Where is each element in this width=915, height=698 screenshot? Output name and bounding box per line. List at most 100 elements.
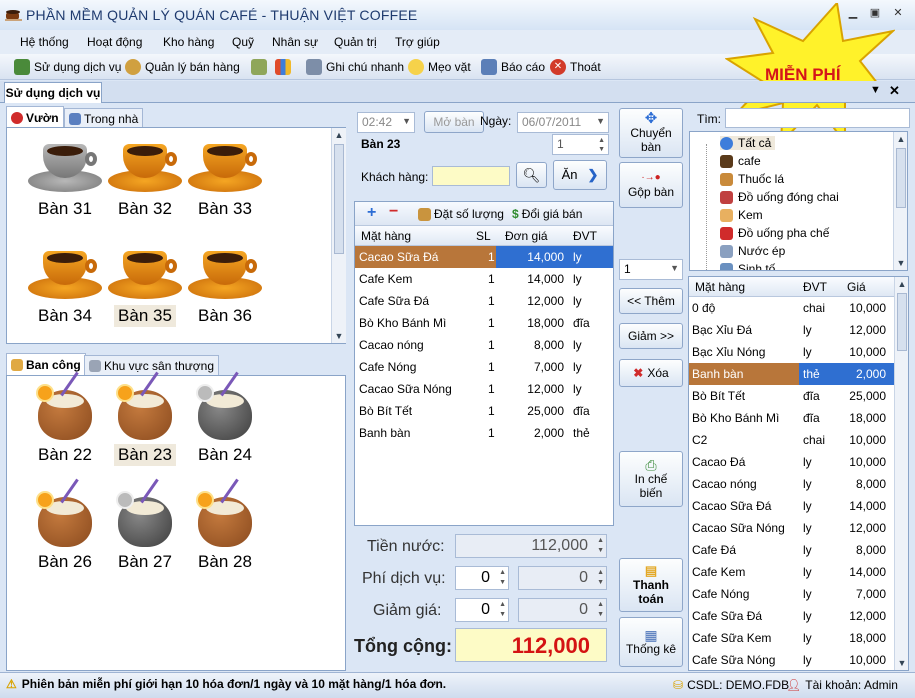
category-item[interactable]: cafe [720, 154, 761, 168]
top-panel-scrollbar[interactable]: ▲ ▼ [331, 128, 346, 343]
eat-button[interactable]: Ăn ❯ [553, 160, 607, 190]
customer-input[interactable] [432, 166, 510, 186]
menu-he-thong[interactable]: Hệ thống [20, 35, 69, 49]
chevron-right-icon: ❯ [587, 167, 599, 182]
scroll-up-icon[interactable]: ▲ [332, 128, 346, 142]
move-table-button[interactable]: ✥ Chuyển bàn [619, 108, 683, 158]
menu-row[interactable]: Cafe Sữa Kem ly 18,000 [689, 627, 894, 649]
scroll-up-icon[interactable]: ▲ [894, 132, 907, 146]
coffee-cup-icon [175, 239, 275, 301]
menu-grid-scrollbar[interactable]: ▲ ▼ [894, 277, 908, 670]
scroll-down-icon[interactable]: ▼ [332, 329, 346, 343]
menu-quan-tri[interactable]: Quản trị [334, 35, 377, 49]
discount-pct-field[interactable]: 0 [455, 598, 509, 622]
category-item[interactable]: Tất cả [720, 136, 776, 150]
pay-button[interactable]: ▤ Thanh toán [619, 558, 683, 612]
scroll-up-icon[interactable]: ▲ [895, 277, 908, 291]
calculator-button[interactable] [251, 58, 267, 76]
order-row[interactable]: Cacao Sữa Đá 1 14,000 ly [355, 246, 613, 268]
menu-row[interactable]: Cacao Sữa Nóng ly 12,000 [689, 517, 894, 539]
scroll-down-icon[interactable]: ▼ [894, 256, 907, 270]
change-price-button[interactable]: $ Đổi giá bán [512, 207, 582, 221]
order-row[interactable]: Bò Kho Bánh Mì 1 18,000 đĩa [355, 312, 613, 334]
menu-row[interactable]: Cacao nóng ly 8,000 [689, 473, 894, 495]
category-item[interactable]: Đồ uống đóng chai [720, 190, 839, 204]
guest-count-field[interactable]: 1 ▲ ▼ [552, 134, 609, 155]
exit-button[interactable]: ✕ Thoát [550, 58, 601, 76]
order-row[interactable]: Cacao nóng 1 8,000 ly [355, 334, 613, 356]
order-row[interactable]: Cafe Kem 1 14,000 ly [355, 268, 613, 290]
menu-row[interactable]: Bò Kho Bánh Mì đĩa 18,000 [689, 407, 894, 429]
add-row-icon[interactable]: + [367, 204, 376, 222]
menu-kho-hang[interactable]: Kho hàng [163, 35, 214, 49]
print-kitchen-button[interactable]: ⎙ In chế biến [619, 451, 683, 507]
category-item[interactable]: Sinh tố [720, 262, 775, 270]
add-quantity-field[interactable]: 1 ▼ [619, 259, 683, 280]
tab-use-service[interactable]: Sử dụng dịch vụ [4, 82, 102, 103]
menu-nhan-su[interactable]: Nhân sự [272, 35, 318, 49]
category-item[interactable]: Kem [720, 208, 763, 222]
table-label: Bàn 32 [118, 199, 172, 218]
menu-tro-giup[interactable]: Trợ giúp [395, 35, 440, 49]
order-row[interactable]: Banh bàn 1 2,000 thẻ [355, 422, 613, 444]
category-item[interactable]: Đồ uống pha chế [720, 226, 829, 240]
menu-row[interactable]: Cafe Nóng ly 7,000 [689, 583, 894, 605]
chart-button[interactable] [275, 58, 291, 76]
set-quantity-button[interactable]: Đặt số lượng [418, 207, 504, 221]
date-field[interactable]: 06/07/2011 ▼ [517, 112, 609, 133]
close-tab-icon[interactable]: ✕ [889, 83, 900, 99]
delete-item-button[interactable]: ✖ Xóa [619, 359, 683, 387]
menu-quy[interactable]: Quỹ [232, 35, 254, 49]
table-tile[interactable]: Bàn 24 [175, 371, 275, 466]
table-label: Bàn 36 [198, 306, 252, 325]
menu-row[interactable]: Cafe Đá ly 8,000 [689, 539, 894, 561]
menu-row[interactable]: Cafe Sữa Đá ly 12,000 [689, 605, 894, 627]
menu-row[interactable]: Banh bàn thẻ 2,000 [689, 363, 894, 385]
table-label: Bàn 23 [114, 444, 176, 466]
scroll-down-icon[interactable]: ▼ [895, 656, 908, 670]
menu-row[interactable]: Bạc Xỉu Đá ly 12,000 [689, 319, 894, 341]
item-search-input[interactable] [725, 108, 910, 128]
tab-san-thuong[interactable]: Khu vực sân thượng [84, 355, 219, 375]
order-row[interactable]: Cacao Sữa Nóng 1 12,000 ly [355, 378, 613, 400]
tips-button[interactable]: Mẹo vặt [408, 58, 471, 76]
table-label: Bàn 27 [118, 552, 172, 571]
cigarette-icon [720, 172, 733, 186]
category-item[interactable]: Thuốc lá [720, 172, 784, 186]
order-row[interactable]: Bò Bít Tết 1 25,000 đĩa [355, 400, 613, 422]
menu-row[interactable]: Cafe Kem ly 14,000 [689, 561, 894, 583]
add-item-button[interactable]: << Thêm [619, 288, 683, 314]
menu-row[interactable]: Cacao Đá ly 10,000 [689, 451, 894, 473]
find-customer-button[interactable]: 🔍︎ [516, 162, 547, 188]
time-field[interactable]: 02:42 ▼ [357, 112, 415, 133]
table-tile[interactable]: Bàn 33 [175, 132, 275, 220]
table-tile[interactable]: Bàn 28 [175, 478, 275, 573]
statistics-button[interactable]: ▦ Thống kê [619, 617, 683, 667]
report-button[interactable]: Báo cáo [481, 58, 545, 76]
reduce-item-button[interactable]: Giảm >> [619, 323, 683, 349]
menu-row[interactable]: 0 độ chai 10,000 [689, 297, 894, 319]
table-tile[interactable]: Bàn 36 [175, 239, 275, 327]
category-scrollbar[interactable]: ▲ ▼ [893, 132, 907, 270]
balcony-icon [11, 358, 23, 371]
pin-dropdown-icon[interactable]: ▼ [870, 84, 881, 96]
menu-hoat-dong[interactable]: Hoạt động [87, 35, 142, 49]
menu-row[interactable]: Cacao Sữa Đá ly 14,000 [689, 495, 894, 517]
menu-row[interactable]: Bạc Xỉu Nóng ly 10,000 [689, 341, 894, 363]
menu-row[interactable]: C2 chai 10,000 [689, 429, 894, 451]
tab-ban-cong[interactable]: Ban công [6, 353, 86, 375]
use-service-button[interactable]: Sử dụng dịch vụ [14, 58, 121, 76]
sales-mgmt-button[interactable]: Quản lý bán hàng [125, 58, 240, 76]
remove-row-icon[interactable]: − [389, 203, 398, 221]
tab-trong-nha[interactable]: Trong nhà [64, 108, 144, 128]
category-item[interactable]: Nước ép [720, 244, 785, 258]
quick-note-button[interactable]: Ghi chú nhanh [306, 58, 404, 76]
service-pct-field[interactable]: 0 [455, 566, 509, 590]
open-table-button[interactable]: Mở bàn [424, 111, 484, 133]
menu-row[interactable]: Bò Bít Tết đĩa 25,000 [689, 385, 894, 407]
menu-row[interactable]: Cafe Sữa Nóng ly 10,000 [689, 649, 894, 670]
order-row[interactable]: Cafe Nóng 1 7,000 ly [355, 356, 613, 378]
order-row[interactable]: Cafe Sữa Đá 1 12,000 ly [355, 290, 613, 312]
merge-table-button[interactable]: ·→● Gộp bàn [619, 162, 683, 208]
tab-vuon[interactable]: Vườn [6, 106, 64, 128]
